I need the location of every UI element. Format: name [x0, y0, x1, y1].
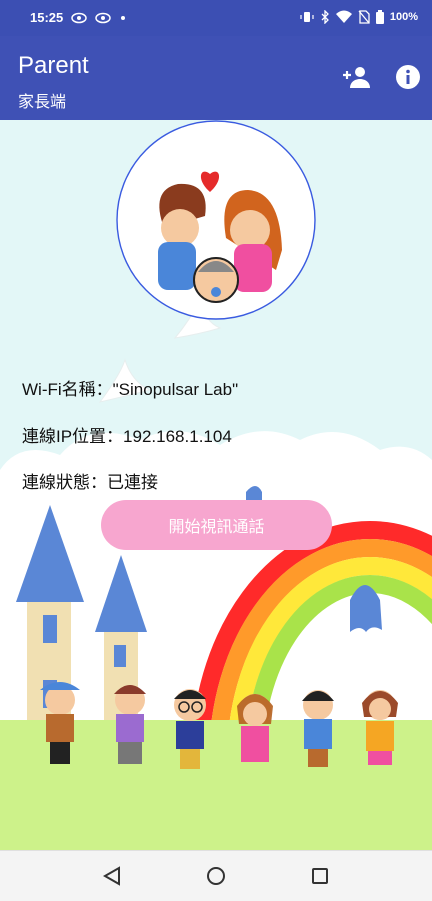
- wifi-icon: [335, 10, 352, 23]
- ip-address-label: 連線IP位置：192.168.1.104: [22, 427, 232, 446]
- status-bar: 15:25 100%: [0, 0, 432, 36]
- no-sim-icon: [358, 10, 370, 24]
- eye-icon: [95, 12, 111, 23]
- wifi-name-label: Wi-Fi名稱："Sinopulsar Lab": [22, 380, 239, 399]
- status-right: 100%: [300, 10, 418, 24]
- info-icon[interactable]: [395, 64, 421, 90]
- app-subtitle: 家長端: [18, 94, 67, 111]
- add-user-icon[interactable]: [342, 64, 372, 90]
- battery-icon: [375, 10, 384, 24]
- app-title: Parent: [18, 52, 89, 79]
- navigation-bar: [0, 850, 432, 901]
- vibrate-icon: [300, 12, 314, 22]
- back-icon[interactable]: [99, 863, 125, 889]
- status-left: 15:25: [30, 10, 127, 25]
- connection-status-label: 連線狀態：已連接: [22, 473, 158, 492]
- bluetooth-icon: [321, 10, 329, 24]
- status-time: 15:25: [30, 10, 64, 25]
- recents-icon[interactable]: [307, 863, 333, 889]
- family-logo: [116, 120, 316, 320]
- eye-icon: [71, 12, 87, 23]
- start-video-call-button[interactable]: 開始視訊通話: [101, 500, 332, 550]
- main-content: Wi-Fi名稱："Sinopulsar Lab" 連線IP位置：192.168.…: [0, 120, 432, 850]
- battery-percent: 100%: [389, 11, 418, 23]
- dot-icon: [121, 15, 126, 20]
- home-icon[interactable]: [203, 863, 229, 889]
- app-bar: Parent 家長端: [0, 36, 432, 120]
